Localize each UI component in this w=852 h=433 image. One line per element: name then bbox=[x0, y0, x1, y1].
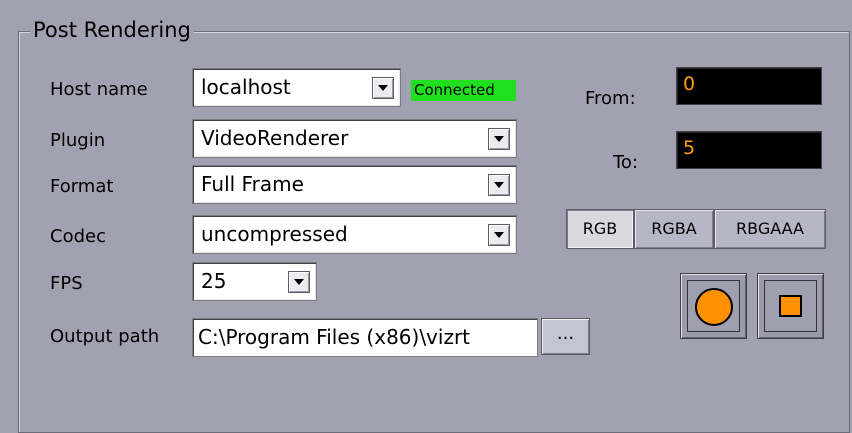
connection-status-badge: Connected bbox=[411, 80, 516, 101]
host-name-value: localhost bbox=[201, 75, 291, 99]
fps-label: FPS bbox=[50, 273, 83, 294]
to-value: 5 bbox=[683, 137, 696, 159]
plugin-value: VideoRenderer bbox=[201, 126, 349, 150]
codec-label: Codec bbox=[50, 226, 106, 247]
record-circle-icon bbox=[695, 288, 733, 326]
rbgaaa-button[interactable]: RBGAAA bbox=[714, 209, 826, 249]
plugin-label: Plugin bbox=[50, 130, 106, 151]
chevron-down-icon[interactable] bbox=[488, 224, 510, 246]
from-label: From: bbox=[585, 88, 636, 109]
codec-value: uncompressed bbox=[201, 222, 348, 246]
rgb-button[interactable]: RGB bbox=[566, 209, 634, 249]
rgba-button[interactable]: RGBA bbox=[634, 209, 714, 249]
codec-combo[interactable]: uncompressed bbox=[192, 215, 517, 254]
group-title: Post Rendering bbox=[30, 18, 194, 42]
format-value: Full Frame bbox=[201, 172, 304, 196]
output-path-value: C:\Program Files (x86)\vizrt bbox=[198, 325, 471, 349]
output-path-input[interactable]: C:\Program Files (x86)\vizrt bbox=[192, 318, 538, 357]
to-field[interactable]: 5 bbox=[676, 131, 822, 169]
from-value: 0 bbox=[683, 73, 696, 95]
record-button[interactable] bbox=[680, 273, 747, 339]
from-field[interactable]: 0 bbox=[676, 67, 822, 105]
host-name-label: Host name bbox=[50, 79, 148, 100]
host-name-combo[interactable]: localhost bbox=[192, 68, 401, 107]
plugin-combo[interactable]: VideoRenderer bbox=[192, 119, 517, 158]
chevron-down-icon[interactable] bbox=[488, 174, 510, 196]
chevron-down-icon[interactable] bbox=[288, 271, 310, 293]
format-label: Format bbox=[50, 176, 114, 197]
chevron-down-icon[interactable] bbox=[488, 128, 510, 150]
format-combo[interactable]: Full Frame bbox=[192, 165, 517, 204]
fps-value: 25 bbox=[201, 269, 227, 293]
output-path-label: Output path bbox=[50, 326, 160, 347]
stop-button[interactable] bbox=[757, 273, 824, 339]
chevron-down-icon[interactable] bbox=[372, 77, 394, 99]
fps-combo[interactable]: 25 bbox=[192, 262, 317, 301]
browse-button[interactable]: ... bbox=[541, 318, 590, 355]
to-label: To: bbox=[613, 152, 639, 173]
stop-square-icon bbox=[779, 295, 802, 317]
